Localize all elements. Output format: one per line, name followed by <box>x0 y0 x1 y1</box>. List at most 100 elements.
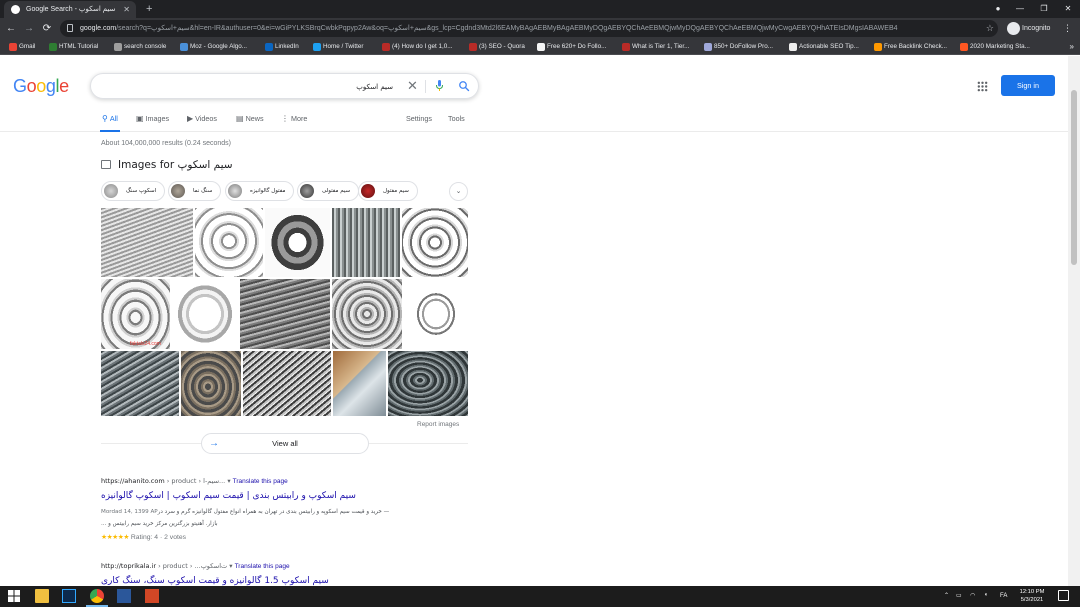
tab-videos[interactable]: ▶ Videos <box>187 114 217 124</box>
twitter-icon <box>313 43 321 51</box>
images-section-title[interactable]: Images for سیم اسکوپ <box>101 159 233 171</box>
report-images-link[interactable]: Report images <box>417 421 459 428</box>
tab-all[interactable]: ⚲ All <box>100 114 120 132</box>
sign-in-button[interactable]: Sign in <box>1001 75 1055 96</box>
image-result[interactable] <box>404 279 468 349</box>
minimize-icon[interactable]: — <box>1008 0 1032 18</box>
view-all-button[interactable]: → View all <box>201 433 369 454</box>
bookmark-moz[interactable]: Moz - Google Algo... <box>180 39 247 55</box>
search-divider <box>425 80 426 93</box>
chevron-down-icon[interactable]: ⌄ <box>449 182 468 201</box>
bookmark-tier[interactable]: What is Tier 1, Tier... <box>622 39 689 55</box>
result-title-link[interactable]: سیم اسکوپ 1.5 گالوانیزه و قیمت اسکوپ سنگ… <box>101 576 329 586</box>
bookmark-html-tutorial[interactable]: HTML Tutorial <box>49 39 98 55</box>
incognito-label: Incognito <box>1022 25 1051 32</box>
image-result[interactable]: faktals24.com <box>101 279 170 349</box>
bookmark-gmail[interactable]: Gmail <box>9 39 35 55</box>
microphone-icon[interactable] <box>436 80 443 91</box>
bookmark-dofollow-pro[interactable]: 850+ DoFollow Pro... <box>704 39 773 55</box>
bookmarks-overflow-icon[interactable]: » <box>1070 39 1074 55</box>
photoshop-icon[interactable] <box>62 589 76 603</box>
browser-tab-active[interactable]: Google Search - سیم اسکوپ ✕ <box>4 1 136 18</box>
image-result[interactable] <box>333 351 386 416</box>
window-close-icon[interactable]: ✕ <box>1056 0 1080 18</box>
scrollbar-thumb[interactable] <box>1071 90 1077 265</box>
result-title-link[interactable]: سیم اسکوپ و رابیتس بندی | قیمت سیم اسکوپ… <box>101 491 356 501</box>
refine-chip[interactable]: سیم مفتولی <box>297 181 360 201</box>
result-cite[interactable]: https://ahanito.com › product › سیم-ا...… <box>101 477 288 485</box>
tab-more[interactable]: ⋮ More <box>281 114 307 124</box>
result-stats: About 104,000,000 results (0.24 seconds) <box>101 140 231 147</box>
new-tab-button[interactable]: + <box>146 1 152 17</box>
restore-icon[interactable]: ❐ <box>1032 0 1056 18</box>
tab-close-icon[interactable]: ✕ <box>123 1 130 18</box>
image-result[interactable] <box>181 351 241 416</box>
browser-toolbar: ← → ⟳ google.com/search?q=سیم+اسکوپ&hl=e… <box>0 18 1080 39</box>
image-result[interactable] <box>388 351 468 416</box>
profile-dot-icon[interactable]: ● <box>988 0 1008 18</box>
forward-arrow-icon[interactable]: → <box>22 18 36 39</box>
bookmark-backlink-check[interactable]: Free Backlink Check... <box>874 39 947 55</box>
battery-icon[interactable]: ▭ <box>956 592 962 599</box>
image-result[interactable] <box>332 279 402 349</box>
bookmark-twitter[interactable]: Home / Twitter <box>313 39 363 55</box>
image-result[interactable] <box>240 279 330 349</box>
image-result[interactable] <box>402 208 468 277</box>
image-result[interactable] <box>101 351 179 416</box>
search-icon[interactable] <box>458 80 470 92</box>
windows-start-icon[interactable] <box>7 589 21 603</box>
file-explorer-icon[interactable] <box>35 589 49 603</box>
bookmark-seo-tips[interactable]: Actionable SEO Tip... <box>789 39 859 55</box>
language-indicator[interactable]: FA <box>1000 593 1007 599</box>
notification-icon[interactable] <box>1058 590 1069 601</box>
image-result[interactable] <box>195 208 263 277</box>
arrow-right-icon: → <box>209 438 219 449</box>
page-scrollbar[interactable] <box>1068 56 1080 586</box>
image-result[interactable] <box>101 208 193 277</box>
tray-chevron-icon[interactable]: ⌃ <box>944 592 949 599</box>
google-apps-icon[interactable] <box>977 81 988 92</box>
powerpoint-icon[interactable] <box>145 589 159 603</box>
translate-link[interactable]: Translate this page <box>235 563 290 570</box>
reload-icon[interactable]: ⟳ <box>40 18 54 39</box>
image-result[interactable] <box>265 208 330 277</box>
search-input[interactable] <box>103 78 393 95</box>
taskbar-clock[interactable]: 12:10 PM 5/3/2021 <box>1012 588 1052 604</box>
search-console-icon <box>114 43 122 51</box>
refine-chip[interactable]: سنگ نما <box>168 181 222 201</box>
chrome-icon[interactable] <box>86 589 108 607</box>
bookmark-quora-1[interactable]: (4) How do I get 1,0... <box>382 39 453 55</box>
wifi-icon[interactable]: ◠ <box>970 592 975 599</box>
bookmark-quora-2[interactable]: (3) SEO - Quora <box>469 39 525 55</box>
volume-icon[interactable]: ◖ <box>984 592 988 598</box>
tools-link[interactable]: Tools <box>448 114 465 124</box>
bookmark-search-console[interactable]: search console <box>114 39 166 55</box>
incognito-indicator[interactable]: Incognito <box>1005 21 1050 36</box>
tab-news[interactable]: ▤ News <box>236 114 264 124</box>
address-bar[interactable]: google.com/search?q=سیم+اسکوپ&hl=en-IR&a… <box>60 20 998 37</box>
translate-link[interactable]: Translate this page <box>233 478 288 485</box>
word-icon[interactable] <box>117 589 131 603</box>
browser-tabstrip: Google Search - سیم اسکوپ ✕ + ● — ❐ ✕ <box>0 0 1080 18</box>
refine-chip[interactable]: اسکوپ سنگ <box>101 181 166 201</box>
bookmark-linkedin[interactable]: LinkedIn <box>265 39 299 55</box>
bookmark-marketing-stats[interactable]: 2020 Marketing Sta... <box>960 39 1030 55</box>
google-logo[interactable]: Google <box>13 76 69 97</box>
address-url[interactable]: google.com/search?q=سیم+اسکوپ&hl=en-IR&a… <box>80 20 970 37</box>
settings-link[interactable]: Settings <box>406 114 432 124</box>
divider <box>101 443 201 444</box>
clear-icon[interactable]: ✕ <box>407 77 418 95</box>
refine-chip[interactable]: مفتول گالوانیزه <box>225 181 295 201</box>
back-arrow-icon[interactable]: ← <box>4 18 18 39</box>
chrome-menu-icon[interactable]: ⋮ <box>1063 18 1072 39</box>
bookmark-free-do-follow[interactable]: Free 620+ Do Follo... <box>537 39 606 55</box>
image-result[interactable] <box>332 208 400 277</box>
refine-chip[interactable]: سیم مفتول <box>358 181 418 201</box>
image-result[interactable] <box>172 279 238 349</box>
image-result[interactable] <box>243 351 331 416</box>
result-cite[interactable]: http://toprikala.ir › product › ...ت‌اسک… <box>101 562 290 570</box>
tab-images[interactable]: ▣ Images <box>136 114 169 124</box>
dropdown-icon[interactable]: ▾ <box>227 477 230 485</box>
dropdown-icon[interactable]: ▾ <box>229 562 232 570</box>
bookmark-star-icon[interactable]: ☆ <box>986 20 994 37</box>
